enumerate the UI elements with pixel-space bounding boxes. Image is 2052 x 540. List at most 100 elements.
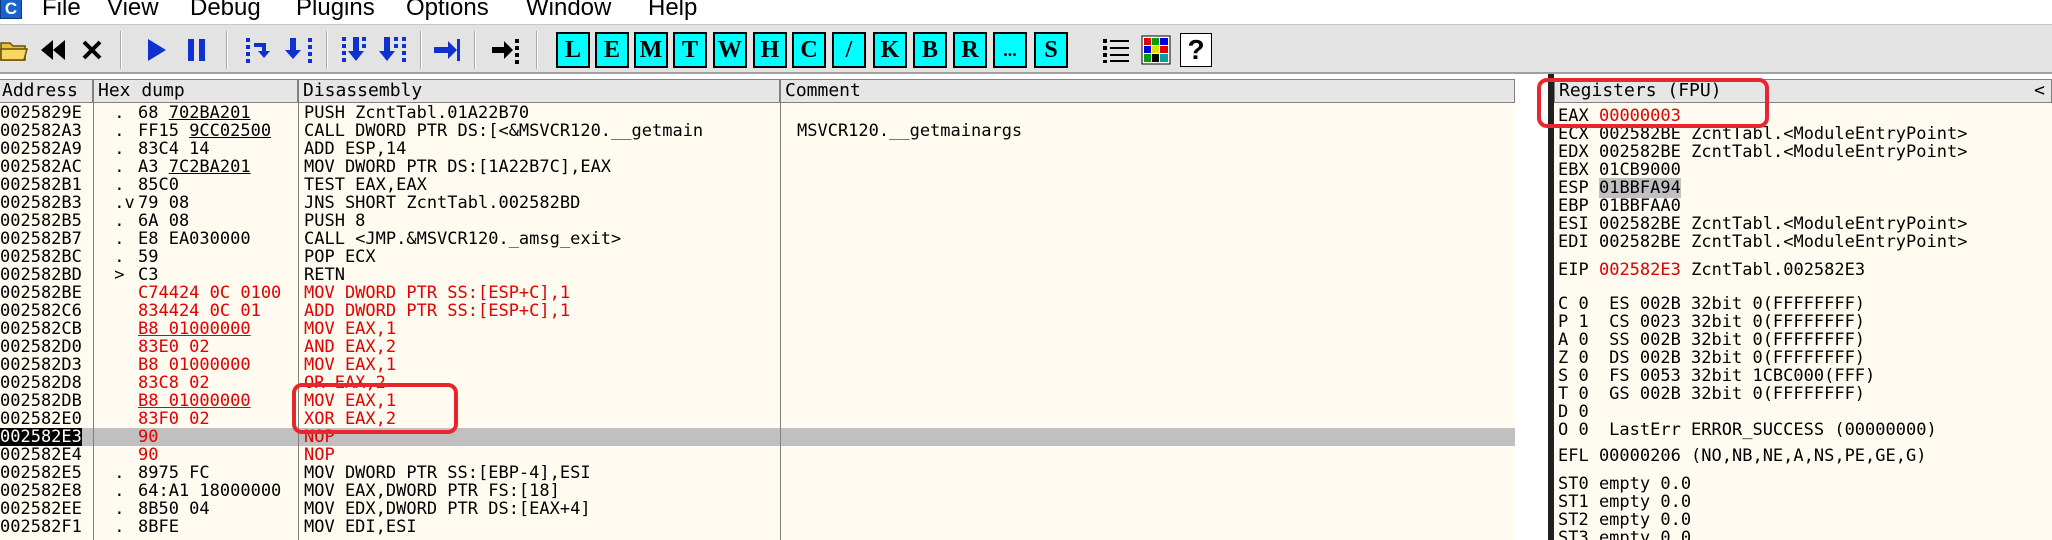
table-row[interactable]: 002582B5 . 6A 08 PUSH 8 (0, 212, 1515, 230)
flag-line[interactable]: P 1 CS 0023 32bit 0(FFFFFFFF) (1558, 313, 1865, 331)
table-row[interactable]: 002582AC . A3 7C2BA201 MOV DWORD PTR DS:[… (0, 158, 1515, 176)
table-row[interactable]: 002582D8 83C8 02 OR EAX,2 (0, 374, 1515, 392)
list-icon[interactable] (1100, 33, 1132, 67)
run-icon[interactable] (142, 33, 172, 67)
table-row[interactable]: 002582BE C74424 0C 0100 MOV DWORD PTR SS:… (0, 284, 1515, 302)
table-row[interactable]: 002582E0 83F0 02 XOR EAX,2 (0, 410, 1515, 428)
register-ebx[interactable]: EBX 01CB9000 (1558, 161, 1691, 179)
flow-marker (104, 338, 138, 356)
fpu-register-line[interactable]: ST2 empty 0.0 (1558, 511, 1691, 529)
table-row[interactable]: 002582BC . 59 POP ECX (0, 248, 1515, 266)
windows-window-button[interactable]: W (713, 32, 747, 68)
handles-window-button[interactable]: H (753, 32, 787, 68)
fpu-register-line[interactable]: ST0 empty 0.0 (1558, 475, 1691, 493)
call-stack-window-button[interactable]: K (873, 32, 907, 68)
appearance-grid-icon[interactable] (1140, 33, 1172, 67)
trace-into-icon[interactable] (340, 33, 370, 67)
menu-help[interactable]: Help (648, 0, 697, 22)
efl-line[interactable]: EFL 00000206 (NO,NB,NE,A,NS,PE,GE,G) (1558, 447, 1926, 465)
register-edx[interactable]: EDX 002582BE ZcntTabl.<ModuleEntryPoint> (1558, 143, 1967, 161)
table-row[interactable]: 002582B7 . E8 EA030000 CALL <JMP.&MSVCR12… (0, 230, 1515, 248)
table-row[interactable]: 002582A9 . 83C4 14 ADD ESP,14 (0, 140, 1515, 158)
menu-view[interactable]: View (107, 0, 159, 22)
patches-window-button[interactable]: / (832, 32, 866, 68)
trace-over-icon[interactable] (378, 33, 408, 67)
menu-window[interactable]: Window (526, 0, 611, 22)
table-row[interactable]: 002582E8 . 64:A1 18000000 MOV EAX,DWORD P… (0, 482, 1515, 500)
cpu-window-button[interactable]: C (792, 32, 826, 68)
step-into-icon[interactable] (244, 33, 274, 67)
hex-cell: 83F0 02 (138, 410, 210, 428)
register-esp[interactable]: ESP 01BBFA94 (1558, 178, 1691, 198)
pause-icon[interactable] (182, 33, 212, 67)
disassembly-column-header[interactable]: Disassembly (298, 79, 780, 103)
register-esi[interactable]: ESI 002582BE ZcntTabl.<ModuleEntryPoint> (1558, 215, 1967, 233)
table-row[interactable]: 002582E4 90 NOP (0, 446, 1515, 464)
table-row[interactable]: 002582B3 .v 79 08 JNS SHORT ZcntTabl.00258… (0, 194, 1515, 212)
register-edi[interactable]: EDI 002582BE ZcntTabl.<ModuleEntryPoint> (1558, 233, 1967, 251)
open-folder-icon[interactable] (0, 33, 30, 67)
fpu-register-line[interactable]: ST3 empty 0.0 (1558, 529, 1691, 540)
flag-line[interactable]: C 0 ES 002B 32bit 0(FFFFFFFF) (1558, 295, 1865, 313)
table-row[interactable]: 002582BD > C3 RETN (0, 266, 1515, 284)
flag-line[interactable]: S 0 FS 0053 32bit 1CBC000(FFF) (1558, 367, 1875, 385)
table-row[interactable]: 002582F1 . 8BFE MOV EDI,ESI (0, 518, 1515, 536)
flag-line[interactable]: Z 0 DS 002B 32bit 0(FFFFFFFF) (1558, 349, 1865, 367)
menu-debug[interactable]: Debug (190, 0, 261, 22)
comment-cell (797, 518, 1515, 536)
address-cell: 002582D8 (0, 374, 92, 392)
register-ebp[interactable]: EBP 01BBFAA0 (1558, 197, 1691, 215)
table-row[interactable]: 0025829E . 68 702BA201 PUSH ZcntTabl.01A2… (0, 104, 1515, 122)
table-row[interactable]: 002582E3 90 NOP (0, 428, 1515, 446)
registers-header[interactable]: Registers (FPU) < (1554, 79, 2052, 103)
modules-window-button[interactable]: E (595, 32, 629, 68)
hex-dump-column-header[interactable]: Hex dump (93, 79, 298, 103)
flag-line[interactable]: O 0 LastErr ERROR_SUCCESS (00000000) (1558, 421, 1937, 439)
menu-file[interactable]: File (42, 0, 81, 22)
help-button[interactable]: ? (1180, 33, 1212, 67)
source-window-button[interactable]: S (1034, 32, 1068, 68)
flow-marker: . (104, 500, 135, 518)
table-row[interactable]: 002582E5 . 8975 FC MOV DWORD PTR SS:[EBP-… (0, 464, 1515, 482)
table-row[interactable]: 002582B1 . 85C0 TEST EAX,EAX (0, 176, 1515, 194)
flag-line[interactable]: T 0 GS 002B 32bit 0(FFFFFFFF) (1558, 385, 1865, 403)
restart-icon[interactable] (38, 33, 68, 67)
breakpoints-window-button[interactable]: B (913, 32, 947, 68)
table-row[interactable]: 002582C6 834424 0C 01 ADD DWORD PTR SS:[E… (0, 302, 1515, 320)
execute-till-return-icon[interactable] (432, 33, 462, 67)
run-trace-window-button[interactable]: ... (993, 32, 1027, 68)
table-row[interactable]: 002582DB B8 01000000 MOV EAX,1 (0, 392, 1515, 410)
table-row[interactable]: 002582CB B8 01000000 MOV EAX,1 (0, 320, 1515, 338)
disassembly-pane[interactable]: 0025829E . 68 702BA201 PUSH ZcntTabl.01A2… (0, 103, 1515, 540)
registers-pane[interactable]: EAX 00000003 ECX 002582BE ZcntTabl.<Modu… (1554, 103, 2052, 540)
register-ecx[interactable]: ECX 002582BE ZcntTabl.<ModuleEntryPoint> (1558, 125, 1967, 143)
menu-plugins[interactable]: Plugins (296, 0, 375, 22)
references-window-button[interactable]: R (953, 32, 987, 68)
comment-column-header[interactable]: Comment (780, 79, 1515, 103)
go-to-origin-icon[interactable] (490, 33, 522, 67)
register-eip[interactable]: EIP 002582E3 ZcntTabl.002582E3 (1558, 261, 1865, 279)
flag-line[interactable]: A 0 SS 002B 32bit 0(FFFFFFFF) (1558, 331, 1865, 349)
register-eax[interactable]: EAX 00000003 (1558, 107, 1691, 125)
disassembly-cell: MOV EAX,1 (304, 320, 397, 338)
app-icon[interactable]: C (0, 0, 22, 19)
hex-cell: 8BFE (138, 518, 179, 536)
flag-line[interactable]: D 0 (1558, 403, 1589, 421)
close-icon[interactable] (78, 33, 106, 67)
flow-marker (104, 428, 138, 446)
step-over-icon[interactable] (284, 33, 314, 67)
table-row[interactable]: 002582EE . 8B50 04 MOV EDX,DWORD PTR DS:[… (0, 500, 1515, 518)
address-column-header[interactable]: Address (0, 79, 93, 103)
hex-cell: 8975 FC (138, 464, 210, 482)
threads-window-button[interactable]: T (673, 32, 707, 68)
registers-arrow-icon[interactable]: < (2034, 80, 2045, 102)
table-row[interactable]: 002582D3 B8 01000000 MOV EAX,1 (0, 356, 1515, 374)
fpu-register-line[interactable]: ST1 empty 0.0 (1558, 493, 1691, 511)
menu-options[interactable]: Options (406, 0, 489, 22)
hex-cell: C74424 0C 0100 (138, 284, 282, 302)
table-row[interactable]: 002582D0 83E0 02 AND EAX,2 (0, 338, 1515, 356)
table-row[interactable]: 002582A3 . FF15 9CC02500 CALL DWORD PTR D… (0, 122, 1515, 140)
flow-marker (104, 374, 138, 392)
memory-window-button[interactable]: M (634, 32, 668, 68)
log-window-button[interactable]: L (556, 32, 590, 68)
